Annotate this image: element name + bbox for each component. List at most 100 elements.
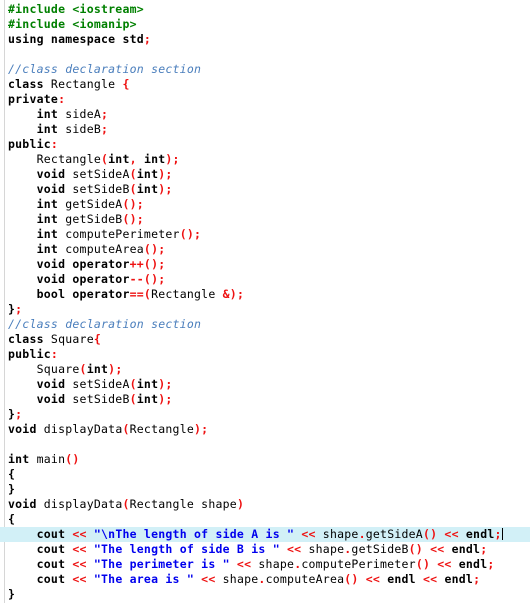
code-token-str: "The perimeter is " — [93, 557, 230, 571]
code-line[interactable]: int getSideA(); — [0, 197, 530, 212]
code-line[interactable]: }; — [0, 407, 530, 422]
code-token-pun: ==( — [129, 287, 152, 301]
code-token-pun: ); — [165, 152, 180, 166]
code-token-kw: } — [8, 587, 16, 601]
code-token-pun: << — [422, 542, 452, 556]
code-line[interactable]: void setSideA(int); — [0, 167, 530, 182]
code-line[interactable]: cout << "\nThe length of side A is " << … — [0, 527, 530, 542]
code-line[interactable]: using namespace std; — [0, 32, 530, 47]
code-token-pun: ( — [129, 377, 137, 391]
code-line[interactable]: public: — [0, 347, 530, 362]
code-token-kw: cout — [8, 557, 66, 571]
code-line[interactable]: int computeArea(); — [0, 242, 530, 257]
code-line[interactable]: #include <iomanip> — [0, 17, 530, 32]
code-token-pun: () — [344, 572, 359, 586]
code-token-kw: int — [136, 392, 159, 406]
code-token-pun: << — [437, 527, 466, 541]
code-token-id: shape — [308, 542, 345, 556]
code-line[interactable]: void displayData(Rectangle shape) — [0, 497, 530, 512]
code-line[interactable]: private: — [0, 92, 530, 107]
code-token-kw: public — [8, 137, 51, 151]
code-text-area[interactable]: #include <iostream> #include <iomanip> usi… — [0, 2, 530, 602]
code-token-pun: { — [93, 332, 102, 346]
code-line[interactable]: cout << "The perimeter is " << shape.com… — [0, 557, 530, 572]
code-token-pun: (); — [143, 242, 166, 256]
code-line[interactable]: bool operator==(Rectangle &); — [0, 287, 530, 302]
code-line[interactable]: void setSideB(int); — [0, 182, 530, 197]
code-token-kw: bool operator — [8, 287, 130, 301]
code-token-kw: void — [8, 392, 66, 406]
code-token-id: shape — [222, 572, 259, 586]
code-token-pun: ( — [129, 392, 137, 406]
code-token-pun: ( — [122, 422, 130, 436]
code-token-pun: ; — [473, 572, 481, 586]
code-line[interactable]: #include <iostream> — [0, 2, 530, 17]
code-line[interactable]: void setSideA(int); — [0, 377, 530, 392]
code-line[interactable]: void setSideB(int); — [0, 392, 530, 407]
code-token-kw: int — [86, 362, 109, 376]
code-line[interactable]: int getSideB(); — [0, 212, 530, 227]
code-line[interactable]: int computePerimeter(); — [0, 227, 530, 242]
code-line[interactable]: public: — [0, 137, 530, 152]
code-token-kw: void operator — [8, 272, 130, 286]
code-token-pun: (); — [122, 197, 144, 211]
code-token-id: Square — [43, 332, 94, 346]
code-token-id: displayData — [36, 497, 123, 511]
code-line[interactable]: } — [0, 482, 530, 497]
code-token-pun: << — [65, 542, 94, 556]
code-token-kw: endl — [465, 527, 495, 541]
code-line[interactable]: void displayData(Rectangle); — [0, 422, 530, 437]
code-token-kw: int — [136, 167, 159, 181]
code-line[interactable]: int sideA; — [0, 107, 530, 122]
code-line[interactable]: }; — [0, 302, 530, 317]
code-line[interactable]: { — [0, 467, 530, 482]
code-token-pun: ); — [158, 377, 173, 391]
code-token-pun: << — [294, 527, 323, 541]
code-token-kw: endl — [458, 557, 488, 571]
code-token-kw: int — [8, 452, 30, 466]
code-token-pun: << — [229, 557, 259, 571]
code-token-pun: << — [279, 542, 309, 556]
code-token-str: "The length of side B is " — [93, 542, 280, 556]
code-token-cmt: //class declaration section — [8, 62, 202, 76]
code-token-kw: } — [8, 482, 16, 496]
code-token-id: Rectangle — [129, 422, 195, 436]
code-line[interactable] — [0, 47, 530, 62]
code-token-pun: << — [65, 527, 94, 541]
code-token-kw: int — [8, 122, 59, 136]
code-token-pun: : — [58, 92, 66, 106]
code-line[interactable]: cout << "The length of side B is " << sh… — [0, 542, 530, 557]
code-token-id: computePerimeter — [58, 227, 180, 241]
code-editor-pane[interactable]: #include <iostream> #include <iomanip> usi… — [0, 0, 530, 603]
code-line[interactable]: Rectangle(int, int); — [0, 152, 530, 167]
code-token-pun: ; — [15, 302, 23, 316]
code-token-kw: { — [8, 467, 16, 481]
code-line[interactable] — [0, 437, 530, 452]
code-token-kw: int — [8, 212, 59, 226]
code-token-kw: void — [8, 422, 37, 436]
code-line[interactable]: //class declaration section — [0, 62, 530, 77]
code-token-kw: int — [8, 107, 59, 121]
code-token-pun: --(); — [129, 272, 166, 286]
code-token-kw: int — [136, 377, 159, 391]
code-token-id: getSideA — [58, 197, 123, 211]
code-token-id: shape — [258, 557, 295, 571]
code-line[interactable]: int sideB; — [0, 122, 530, 137]
code-token-pun: () — [415, 557, 431, 571]
code-token-pun: ; — [143, 32, 152, 46]
code-line[interactable]: { — [0, 512, 530, 527]
code-line[interactable]: class Rectangle { — [0, 77, 530, 92]
code-line[interactable]: } — [0, 587, 530, 602]
code-line[interactable]: void operator++(); — [0, 257, 530, 272]
code-token-kw: using namespace std — [8, 32, 144, 46]
code-line[interactable]: class Square{ — [0, 332, 530, 347]
code-line[interactable]: void operator--(); — [0, 272, 530, 287]
code-line[interactable]: Square(int); — [0, 362, 530, 377]
code-line[interactable]: //class declaration section — [0, 317, 530, 332]
code-token-kw: endl — [387, 572, 416, 586]
code-token-pun: , — [129, 152, 144, 166]
code-line[interactable]: cout << "The area is " << shape.computeA… — [0, 572, 530, 587]
code-token-id: computeArea — [265, 572, 345, 586]
code-line[interactable]: int main() — [0, 452, 530, 467]
code-token-kw: cout — [8, 527, 66, 541]
